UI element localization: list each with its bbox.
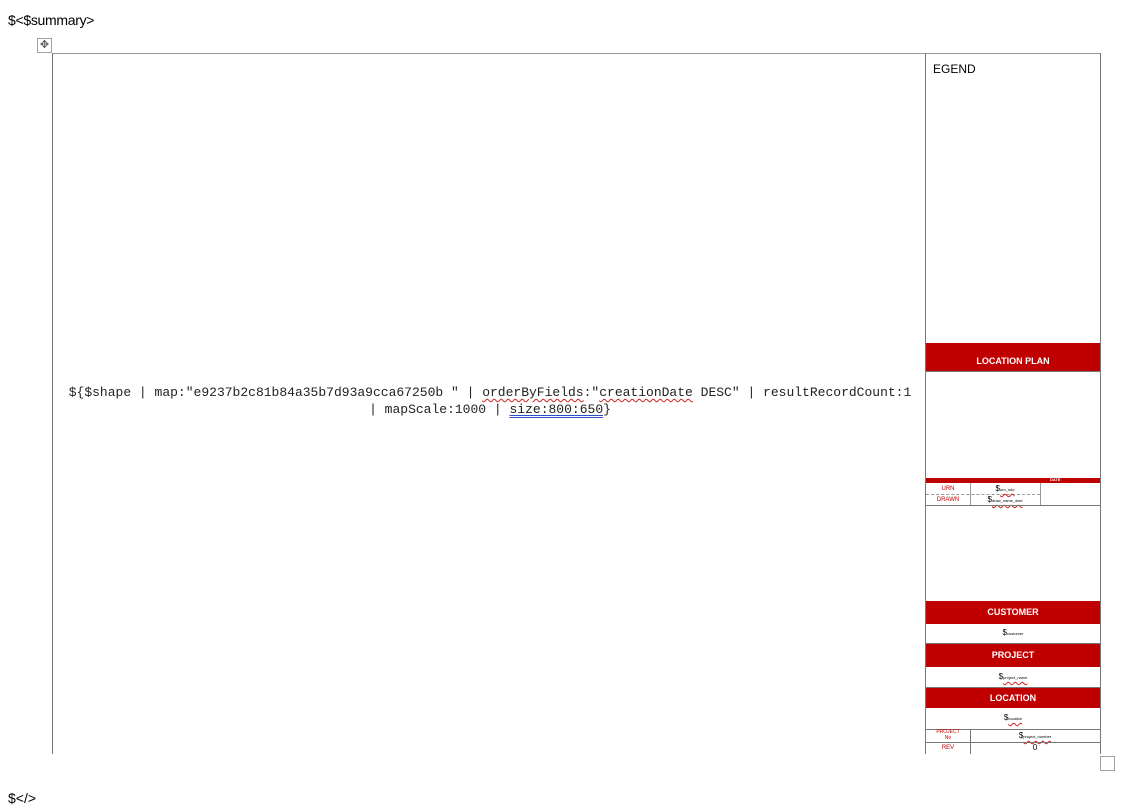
drawn-field: draw_name_dwd: [991, 498, 1023, 503]
table-right-border: [1100, 53, 1101, 754]
urn-label: URN: [941, 486, 955, 492]
map-expression-end: }: [603, 402, 611, 417]
divider: [926, 371, 1100, 372]
map-scale-text: | mapScale:1000 |: [369, 402, 510, 417]
location-plan-header: LOCATION PLAN: [926, 343, 1100, 371]
map-placeholder[interactable]: ${$shape | map:"e9237b2c81b84a35b7d93a9c…: [60, 384, 920, 418]
table-resize-handle[interactable]: [1100, 756, 1115, 771]
table-top-border: [52, 53, 1101, 54]
location-field: location: [1008, 716, 1023, 721]
location-value: $location: [926, 713, 1100, 722]
customer-value: $customer: [926, 628, 1100, 637]
urn-field: urn_sdd: [999, 487, 1015, 492]
order-by-value: creationDate: [599, 385, 693, 400]
customer-header: CUSTOMER: [926, 601, 1100, 624]
divider: [926, 505, 1100, 506]
project-no-label: PROJECT No: [926, 729, 970, 741]
table-left-border: [52, 53, 53, 754]
project-no-field: project_number: [1023, 734, 1052, 739]
order-by-fields-key: orderByFields: [482, 385, 584, 400]
move-icon: ✥: [39, 39, 50, 51]
divider: [1040, 483, 1041, 505]
project-value: $project_name: [926, 672, 1100, 681]
map-expression-prefix: ${$shape | map:"e9237b2c81b84a35b7d93a9c…: [68, 385, 483, 400]
legend-label: EGEND: [933, 62, 976, 76]
end-tag: $</>: [8, 790, 37, 806]
urn-value: $urn_sdd: [970, 484, 1040, 493]
location-header: LOCATION: [926, 688, 1100, 708]
rev-value: 0: [1032, 743, 1038, 752]
rev-label: REV: [941, 745, 955, 751]
project-no-value: $project_number: [970, 731, 1100, 740]
urn-table-header: DATE: [926, 477, 1100, 483]
map-size-text: size:800:650: [509, 402, 604, 417]
order-colon: :": [583, 385, 600, 400]
project-field: project_name: [1003, 675, 1028, 680]
map-placeholder-line-1: ${$shape | map:"e9237b2c81b84a35b7d93a9c…: [60, 384, 920, 401]
project-header: PROJECT: [926, 644, 1100, 667]
drawn-value: $draw_name_dwd: [970, 495, 1040, 504]
customer-field: customer: [1007, 631, 1024, 636]
project-no-label-line-2: No: [944, 735, 952, 741]
drawn-label: DRAWN: [936, 497, 960, 503]
map-placeholder-line-2: | mapScale:1000 | size:800:650}: [60, 401, 920, 418]
summary-tag: $<$summary>: [8, 12, 95, 28]
table-move-handle[interactable]: ✥: [37, 38, 52, 53]
order-rest: DESC" | resultRecordCount:1: [692, 385, 912, 400]
date-header: DATE: [1050, 477, 1061, 482]
